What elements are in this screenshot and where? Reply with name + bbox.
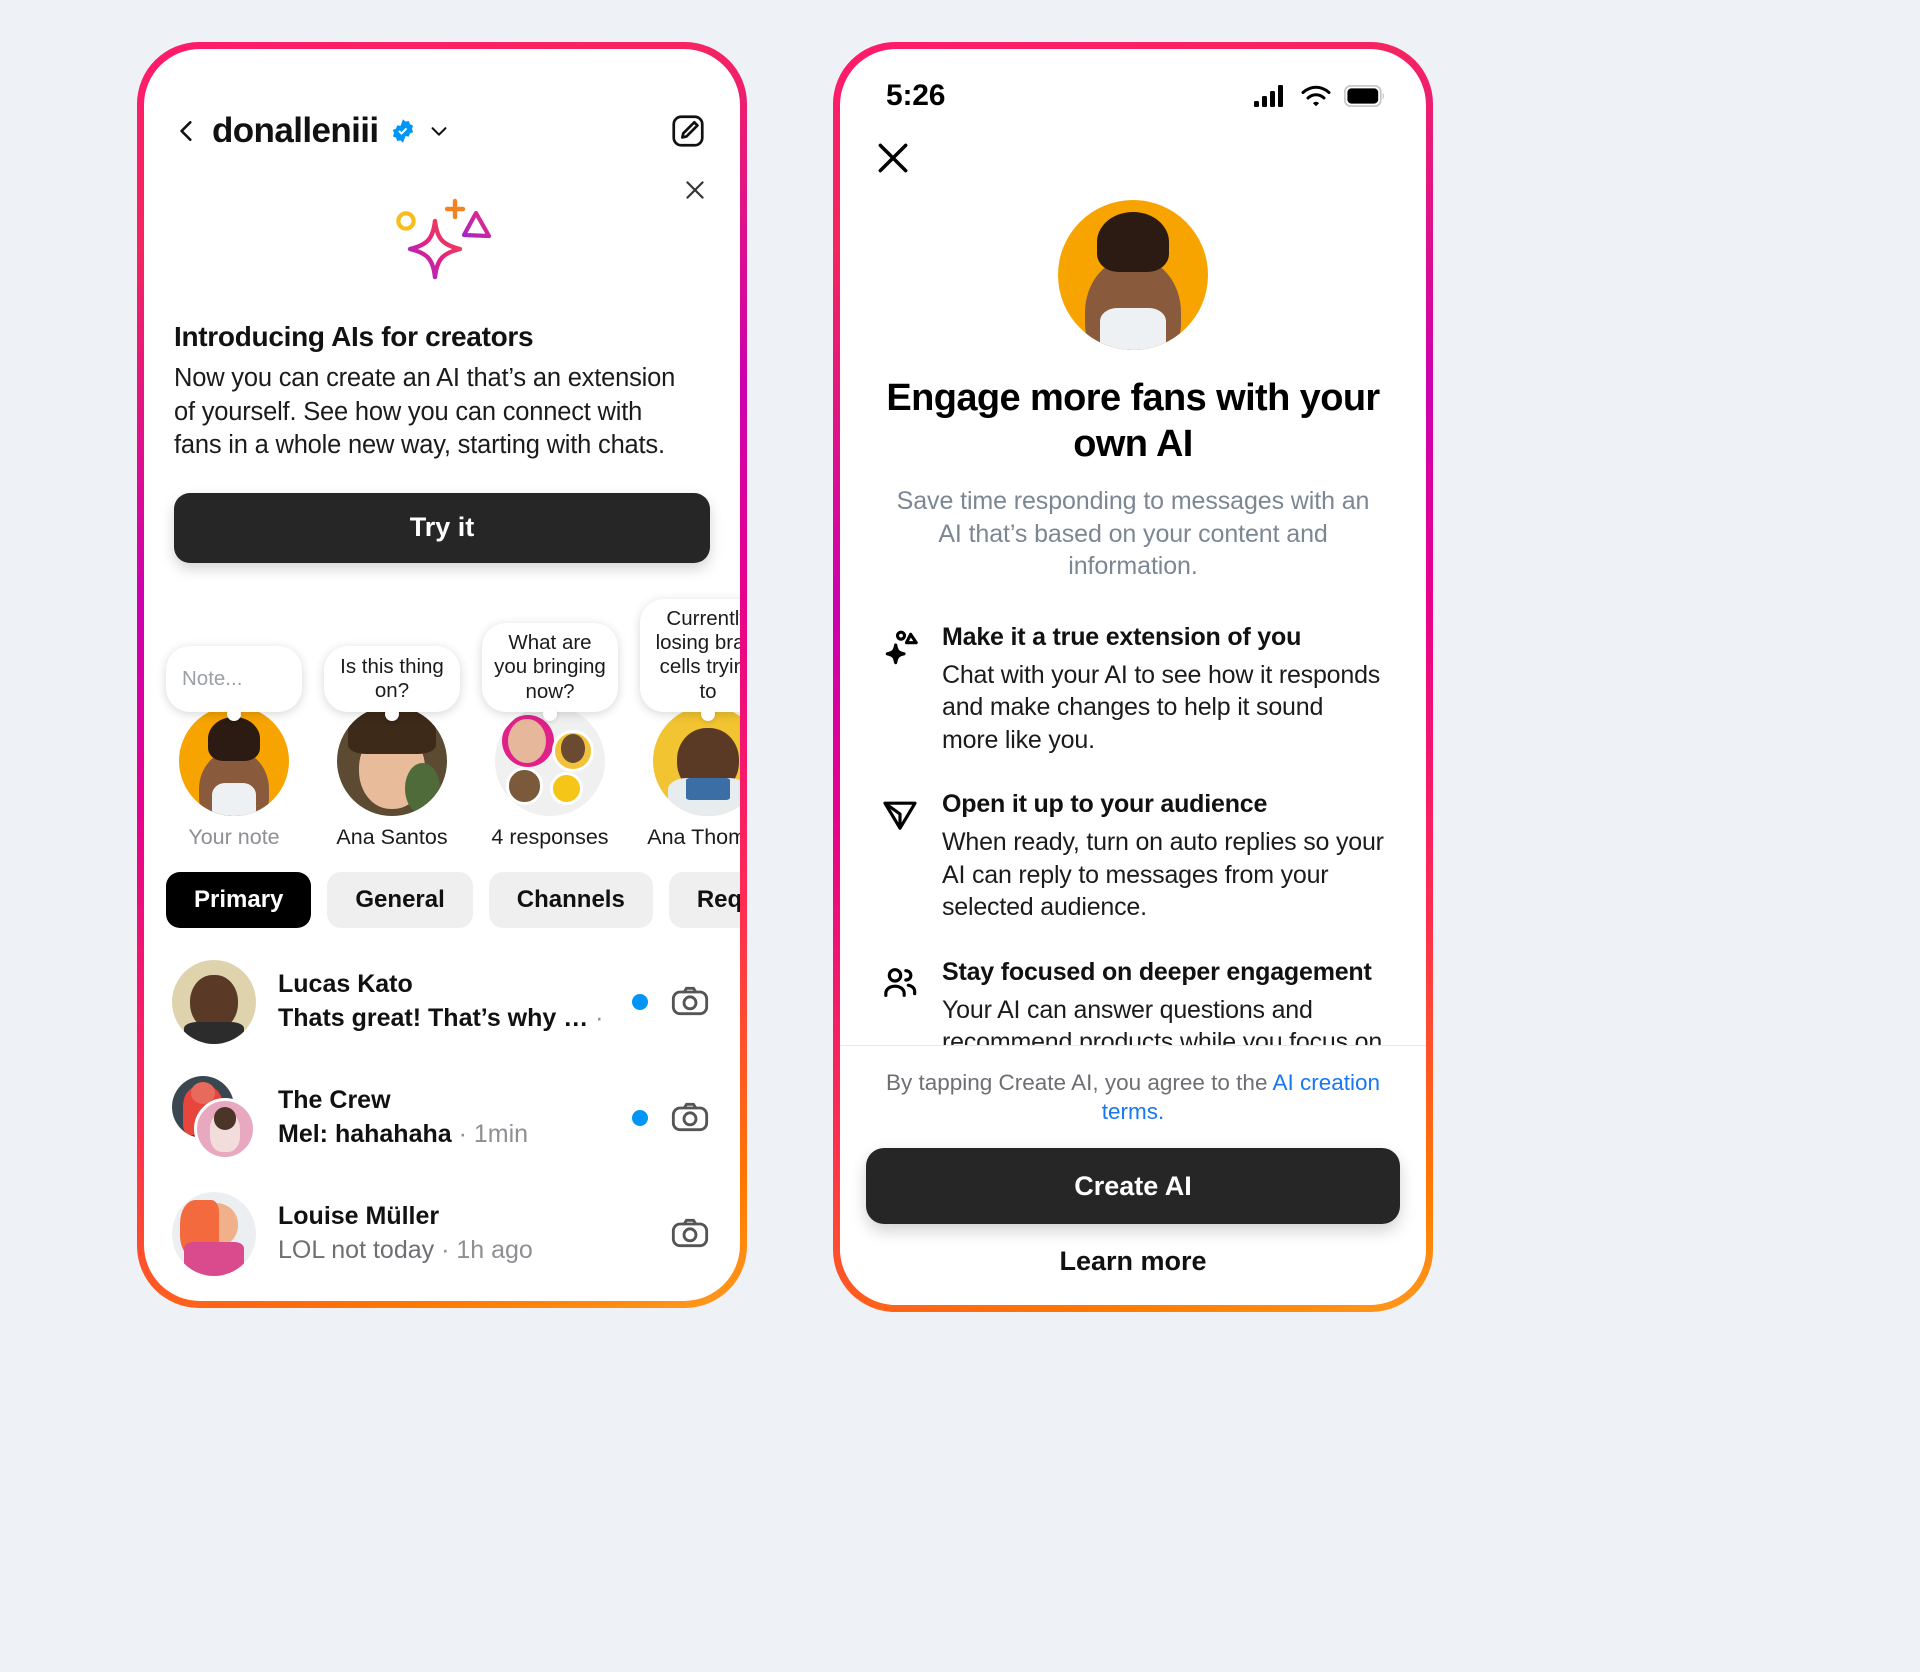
sparkle-icon xyxy=(885,630,918,664)
dm-username[interactable]: donalleniii xyxy=(212,111,379,151)
feature-body: Chat with your AI to see how it responds… xyxy=(942,660,1381,754)
camera-icon[interactable] xyxy=(670,1098,710,1138)
feature-text: Open it up to your audience When ready, … xyxy=(942,790,1384,924)
tab-requests[interactable]: Requests xyxy=(668,871,740,928)
screenshot-canvas: donalleniii Introducing AIs for creators… xyxy=(0,0,1920,1672)
list-item: Make it a true extension of you Chat wit… xyxy=(880,623,1384,757)
status-time: 5:26 xyxy=(886,79,946,112)
note-label: Ana Santos xyxy=(336,824,448,849)
phone-frame-left: donalleniii Introducing AIs for creators… xyxy=(137,42,747,1308)
note-label: Ana Thomas xyxy=(647,824,740,849)
tab-general[interactable]: General xyxy=(327,871,473,928)
note-item-4-responses[interactable]: What are you bringing now? 4 responses xyxy=(482,623,618,850)
camera-icon[interactable] xyxy=(670,1214,710,1254)
note-bubble[interactable]: Note... xyxy=(166,645,302,712)
thread-list: Lucas Kato Thats great! That’s why … · 4… xyxy=(144,928,740,1301)
thread-text: The Crew Mel: hahahaha · 1min xyxy=(278,1086,610,1149)
table-row[interactable]: Lucas Kato Thats great! That’s why … · 4… xyxy=(144,944,740,1060)
legal-text: By tapping Create AI, you agree to the A… xyxy=(866,1068,1400,1127)
table-row[interactable]: Agnes Delos Reyes That’s amazing! I’ve a… xyxy=(144,1292,740,1301)
status-bar: 5:26 xyxy=(840,49,1426,113)
preview-text: Thats great! That’s why … xyxy=(278,1004,589,1033)
ai-sparkle-illustration xyxy=(174,177,710,321)
send-paper-plane-icon xyxy=(883,801,917,830)
unread-dot xyxy=(632,1109,648,1126)
message-preview: LOL not today · 1h ago xyxy=(278,1236,533,1265)
note-item-ana-santos[interactable]: Is this thing on? Ana Santos xyxy=(324,645,460,850)
feature-list: Make it a true extension of you Chat wit… xyxy=(840,583,1426,1092)
note-label: Your note xyxy=(188,824,280,849)
learn-more-button[interactable]: Learn more xyxy=(1059,1246,1206,1277)
preview-text: LOL not today xyxy=(278,1236,435,1265)
note-bubble[interactable]: Is this thing on? xyxy=(324,645,460,712)
list-item: Lucas Kato xyxy=(278,970,413,999)
ai-sparkle-icon xyxy=(396,198,492,280)
feature-body: When ready, turn on auto replies so your… xyxy=(942,828,1384,922)
avatar xyxy=(1058,200,1208,350)
status-icons xyxy=(1254,84,1386,108)
intro-title: Introducing AIs for creators xyxy=(174,321,534,352)
list-item: Louise Müller xyxy=(278,1202,440,1231)
message-preview: Mel: hahahaha · 1min xyxy=(278,1120,529,1149)
list-item: The Crew xyxy=(278,1086,391,1115)
dm-header: donalleniii xyxy=(144,49,740,151)
note-label: 4 responses xyxy=(491,824,609,849)
chevron-down-icon[interactable] xyxy=(428,120,450,142)
dm-header-left: donalleniii xyxy=(174,111,450,151)
avatar-group[interactable] xyxy=(172,1075,256,1160)
message-preview: Thats great! That’s why … · 4 min xyxy=(278,1004,610,1033)
notes-row[interactable]: Note... Your note Is this thing on? Ana … xyxy=(144,563,740,850)
avatar[interactable] xyxy=(172,1191,256,1276)
create-ai-button[interactable]: Create AI xyxy=(866,1148,1400,1224)
feature-text: Make it a true extension of you Chat wit… xyxy=(942,623,1384,757)
intro-body: Now you can create an AI that’s an exten… xyxy=(174,364,676,460)
table-row[interactable]: Louise Müller LOL not today · 1h ago xyxy=(144,1176,740,1292)
note-item-ana-thomas[interactable]: Currently losing brain cells trying to A… xyxy=(640,598,740,850)
camera-icon[interactable] xyxy=(670,982,710,1022)
close-row xyxy=(840,113,1426,182)
inbox-tabs[interactable]: Primary General Channels Requests xyxy=(144,850,740,928)
unread-dot xyxy=(632,993,648,1010)
tab-channels[interactable]: Channels xyxy=(488,871,653,928)
note-bubble[interactable]: What are you bringing now? xyxy=(482,623,618,712)
feature-title: Make it a true extension of you xyxy=(942,622,1302,651)
feature-title: Stay focused on deeper engagement xyxy=(942,957,1372,986)
note-item-your-note[interactable]: Note... Your note xyxy=(166,645,302,850)
verified-badge-icon xyxy=(393,119,414,143)
page-subtitle: Save time responding to messages with an… xyxy=(896,487,1370,581)
tab-primary[interactable]: Primary xyxy=(166,871,312,928)
footer: By tapping Create AI, you agree to the A… xyxy=(840,1044,1426,1305)
avatar[interactable] xyxy=(337,705,447,816)
ai-intro-card: Introducing AIs for creators Now you can… xyxy=(144,151,740,563)
chevron-left-icon[interactable] xyxy=(174,118,200,144)
timestamp: 1min xyxy=(473,1120,529,1149)
wifi-icon xyxy=(1301,85,1331,107)
timestamp: 1h ago xyxy=(456,1236,533,1265)
list-item: Open it up to your audience When ready, … xyxy=(880,790,1384,924)
thread-text: Lucas Kato Thats great! That’s why … · 4… xyxy=(278,970,610,1033)
legal-prefix: By tapping Create AI, you agree to the xyxy=(885,1069,1273,1095)
close-icon[interactable] xyxy=(682,177,708,203)
cellular-signal-icon xyxy=(1254,85,1283,107)
preview-text: Mel: hahahaha xyxy=(278,1120,452,1149)
people-icon xyxy=(884,967,917,997)
compose-icon[interactable] xyxy=(670,113,706,149)
feature-title: Open it up to your audience xyxy=(942,790,1268,819)
note-bubble[interactable]: Currently losing brain cells trying to xyxy=(640,598,740,712)
avatar[interactable] xyxy=(172,959,256,1044)
try-it-button[interactable]: Try it xyxy=(174,492,710,563)
avatar[interactable] xyxy=(653,705,740,816)
thread-text: Louise Müller LOL not today · 1h ago xyxy=(278,1202,648,1265)
dm-inbox-screen: donalleniii Introducing AIs for creators… xyxy=(144,49,740,1301)
avatar[interactable] xyxy=(179,705,289,816)
close-icon[interactable] xyxy=(874,139,912,177)
table-row[interactable]: The Crew Mel: hahahaha · 1min xyxy=(144,1060,740,1176)
phone-frame-right: 5:26 Engage more fans with your own AI S… xyxy=(833,42,1433,1312)
page-title: Engage more fans with your own AI xyxy=(886,377,1380,465)
battery-full-icon xyxy=(1344,85,1384,107)
create-ai-screen: 5:26 Engage more fans with your own AI S… xyxy=(840,49,1426,1305)
avatar-stack[interactable] xyxy=(495,705,605,816)
